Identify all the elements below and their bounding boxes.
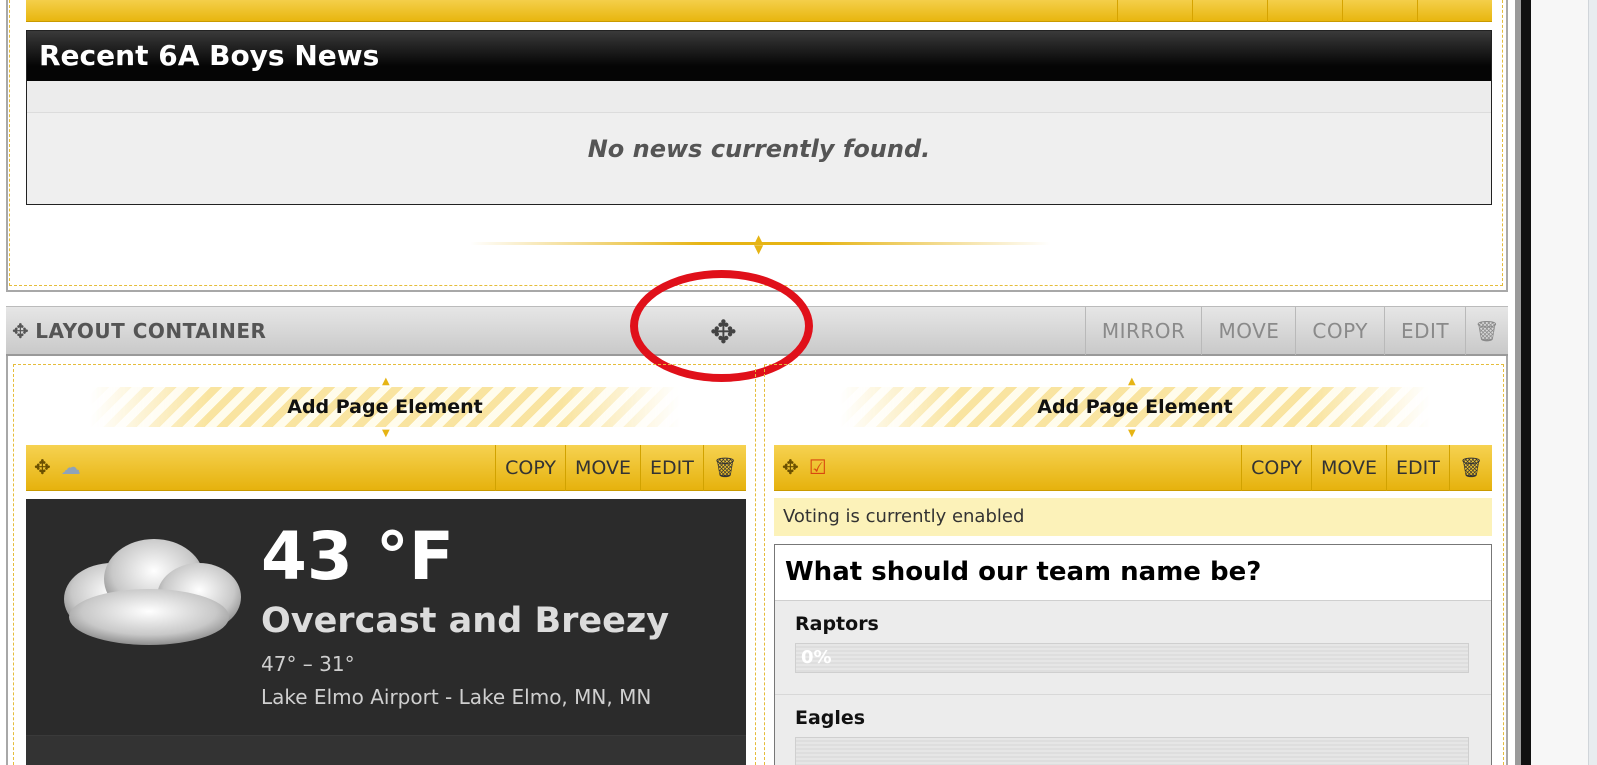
copy-button[interactable]: COPY	[495, 445, 565, 491]
news-widget: Recent 6A Boys News No news currently fo…	[26, 30, 1492, 205]
layout-container-title: ✥ LAYOUT CONTAINER	[12, 319, 266, 343]
poll-element-toolbar: ✥ ☑ COPY MOVE EDIT 🗑	[774, 445, 1492, 491]
move-handle-icon[interactable]: ✥	[12, 319, 29, 343]
move-handle-icon[interactable]: ✥	[782, 455, 799, 479]
trash-icon[interactable]: 🗑	[702, 445, 746, 491]
move-handle-icon[interactable]: ✥	[34, 455, 51, 479]
edit-button[interactable]: EDIT	[1383, 307, 1465, 355]
poll-widget: What should our team name be? Raptors 0%…	[774, 544, 1492, 765]
temperature-range: 47° – 31°	[261, 652, 355, 676]
add-page-element-left[interactable]: Add Page Element	[90, 387, 680, 427]
poll-option[interactable]: Raptors 0%	[775, 601, 1491, 695]
resize-handle-icon[interactable]: ▲ ▼	[754, 233, 763, 255]
news-title: Recent 6A Boys News	[27, 31, 1491, 81]
poll-question: What should our team name be?	[775, 545, 1491, 601]
copy-button[interactable]: COPY	[1295, 307, 1384, 355]
copy-button[interactable]: COPY	[1241, 445, 1311, 491]
trash-icon[interactable]: 🗑	[1465, 307, 1508, 355]
poll-checkbox-icon: ☑	[808, 455, 827, 479]
news-element-toolbar	[26, 0, 1492, 22]
mirror-button[interactable]: MIRROR	[1084, 307, 1202, 355]
weather-element-toolbar: ✥ ☁ COPY MOVE EDIT 🗑	[26, 445, 746, 491]
move-button[interactable]: MOVE	[1310, 445, 1386, 491]
add-arrow-down-icon: ▼	[1128, 428, 1136, 439]
poll-result-bar: 0%	[795, 643, 1469, 673]
move-button[interactable]: MOVE	[564, 445, 640, 491]
edit-button[interactable]: EDIT	[1386, 445, 1449, 491]
weather-widget-icon: ☁	[60, 455, 81, 479]
layout-container-actions: MIRROR MOVE COPY EDIT 🗑	[1084, 307, 1508, 355]
weather-widget: 43 °F Overcast and Breezy 47° – 31° Lake…	[26, 499, 746, 765]
add-arrow-down-icon: ▼	[382, 428, 390, 439]
poll-result-bar	[795, 737, 1469, 765]
poll-option[interactable]: Eagles	[775, 695, 1491, 765]
temperature: 43 °F	[261, 518, 454, 595]
weather-location: Lake Elmo Airport - Lake Elmo, MN, MN	[261, 685, 652, 709]
add-page-element-right[interactable]: Add Page Element	[840, 387, 1430, 427]
voting-status: Voting is currently enabled	[774, 498, 1492, 536]
poll-percent: 0%	[801, 647, 832, 668]
poll-option-name: Eagles	[795, 707, 866, 729]
move-button[interactable]: MOVE	[1201, 307, 1295, 355]
add-arrow-up-icon: ▲	[382, 376, 390, 387]
news-empty-message: No news currently found.	[587, 135, 931, 163]
layout-container-label: LAYOUT CONTAINER	[35, 319, 267, 343]
weather-condition: Overcast and Breezy	[261, 601, 670, 641]
window-scrollbar[interactable]	[1588, 0, 1597, 765]
weather-footer	[26, 735, 746, 765]
edit-button[interactable]: EDIT	[640, 445, 703, 491]
poll-option-name: Raptors	[795, 613, 879, 635]
add-arrow-up-icon: ▲	[1128, 376, 1136, 387]
news-subheader	[27, 81, 1491, 113]
cloud-icon	[64, 539, 241, 645]
scrollbar-track[interactable]	[1521, 0, 1531, 765]
trash-icon[interactable]: 🗑	[1448, 445, 1492, 491]
page-editor: Recent 6A Boys News No news currently fo…	[0, 0, 1597, 765]
